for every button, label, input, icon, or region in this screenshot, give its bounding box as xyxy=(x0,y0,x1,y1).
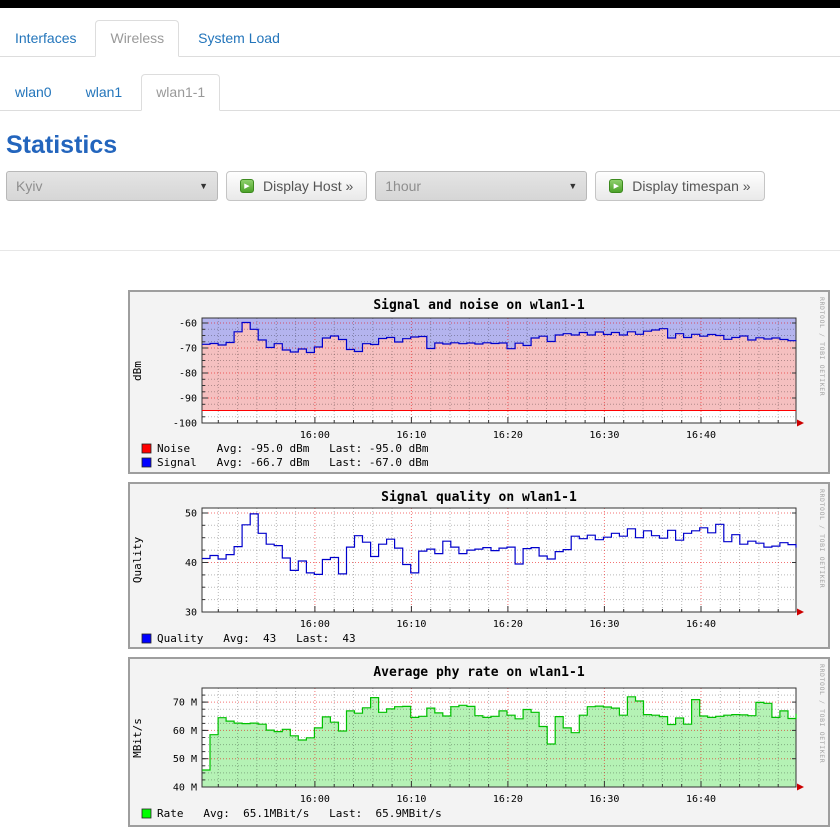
svg-text:-90: -90 xyxy=(179,394,197,405)
display-host-button[interactable]: ▶ Display Host » xyxy=(226,171,367,201)
tab-wlan1-1[interactable]: wlan1-1 xyxy=(141,74,220,111)
svg-text:Signal and noise on wlan1-1: Signal and noise on wlan1-1 xyxy=(373,298,584,313)
svg-text:-70: -70 xyxy=(179,344,197,355)
svg-text:40 M: 40 M xyxy=(173,783,197,794)
svg-text:Noise Avg: -95.0 dBm Last: Noise Avg: -95.0 dBm Last: -95.0 dBm xyxy=(157,442,429,455)
controls-row: Kyiv ▼ ▶ Display Host » 1hour ▼ ▶ Displa… xyxy=(6,171,840,201)
svg-text:16:10: 16:10 xyxy=(396,619,426,630)
svg-text:16:40: 16:40 xyxy=(686,619,716,630)
dropdown-arrow-icon: ▼ xyxy=(568,172,577,201)
svg-text:16:20: 16:20 xyxy=(493,619,523,630)
svg-text:50 M: 50 M xyxy=(173,754,197,765)
svg-text:60 M: 60 M xyxy=(173,726,197,737)
tab-system-load[interactable]: System Load xyxy=(183,20,295,56)
chart-average-phy-rate: 70 M 60 M 50 M 40 M 16:00 16:10 16:20 16:30 16:4… xyxy=(128,657,830,827)
dropdown-arrow-icon: ▼ xyxy=(199,172,208,201)
primary-tabs: InterfacesWirelessSystem Load xyxy=(0,20,840,57)
display-timespan-button-label: Display timespan » xyxy=(632,178,750,194)
host-select-value: Kyiv xyxy=(16,178,42,194)
chart-signal-and-noise: -60 -70 -80 -90 -100 16:00 16:10 16:20 16:30 16:4… xyxy=(128,290,830,474)
svg-text:16:30: 16:30 xyxy=(589,430,619,441)
svg-text:16:30: 16:30 xyxy=(589,619,619,630)
graphs-container: -60 -70 -80 -90 -100 16:00 16:10 16:20 16:30 16:4… xyxy=(128,290,840,827)
display-timespan-button[interactable]: ▶ Display timespan » xyxy=(595,171,764,201)
chart-signal-quality: 50 40 30 16:00 16:10 16:20 16:30 16:40 Signal qu… xyxy=(128,482,830,649)
timespan-select[interactable]: 1hour ▼ xyxy=(375,171,587,201)
apply-icon: ▶ xyxy=(609,179,623,193)
svg-text:-80: -80 xyxy=(179,369,197,380)
svg-text:Signal quality on wlan1-1: Signal quality on wlan1-1 xyxy=(381,490,577,505)
svg-text:16:10: 16:10 xyxy=(396,794,426,805)
svg-text:RRDTOOL / TOBI OETIKER: RRDTOOL / TOBI OETIKER xyxy=(818,664,826,763)
svg-text:16:30: 16:30 xyxy=(589,794,619,805)
apply-icon: ▶ xyxy=(240,179,254,193)
host-select[interactable]: Kyiv ▼ xyxy=(6,171,218,201)
top-bar xyxy=(0,0,840,8)
svg-text:16:00: 16:00 xyxy=(300,619,330,630)
timespan-select-value: 1hour xyxy=(385,178,421,194)
svg-text:16:20: 16:20 xyxy=(493,430,523,441)
svg-text:50: 50 xyxy=(185,509,197,520)
page-title: Statistics xyxy=(6,131,840,159)
svg-text:16:20: 16:20 xyxy=(493,794,523,805)
svg-text:16:40: 16:40 xyxy=(686,794,716,805)
svg-text:70 M: 70 M xyxy=(173,698,197,709)
secondary-tabs: wlan0wlan1wlan1-1 xyxy=(0,74,840,111)
svg-text:Rate Avg: 65.1MBit/s Last: Rate Avg: 65.1MBit/s Last: 65.9MBit/s xyxy=(157,807,442,820)
svg-text:RRDTOOL / TOBI OETIKER: RRDTOOL / TOBI OETIKER xyxy=(818,297,826,396)
svg-text:Average phy rate on wlan1-1: Average phy rate on wlan1-1 xyxy=(373,665,584,680)
svg-text:-60: -60 xyxy=(179,319,197,330)
svg-text:RRDTOOL / TOBI OETIKER: RRDTOOL / TOBI OETIKER xyxy=(818,489,826,588)
svg-text:Quality: Quality xyxy=(131,536,144,583)
tab-wlan0[interactable]: wlan0 xyxy=(0,74,67,110)
display-host-button-label: Display Host » xyxy=(263,178,353,194)
svg-text:16:40: 16:40 xyxy=(686,430,716,441)
svg-text:40: 40 xyxy=(185,558,197,569)
tab-wireless[interactable]: Wireless xyxy=(95,20,179,57)
svg-text:Quality Avg: 43 Last: 43: Quality Avg: 43 Last: 43 xyxy=(157,632,356,645)
svg-text:16:10: 16:10 xyxy=(396,430,426,441)
svg-text:Signal Avg: -66.7 dBm Last: Signal Avg: -66.7 dBm Last: -67.0 dBm xyxy=(157,456,429,469)
svg-text:dBm: dBm xyxy=(131,361,144,381)
svg-text:30: 30 xyxy=(185,608,197,619)
svg-text:16:00: 16:00 xyxy=(300,794,330,805)
svg-text:16:00: 16:00 xyxy=(300,430,330,441)
svg-text:MBit/s: MBit/s xyxy=(131,718,144,758)
tab-wlan1[interactable]: wlan1 xyxy=(71,74,138,110)
svg-text:-100: -100 xyxy=(173,419,197,430)
section-divider xyxy=(0,250,840,251)
tab-interfaces[interactable]: Interfaces xyxy=(0,20,91,56)
